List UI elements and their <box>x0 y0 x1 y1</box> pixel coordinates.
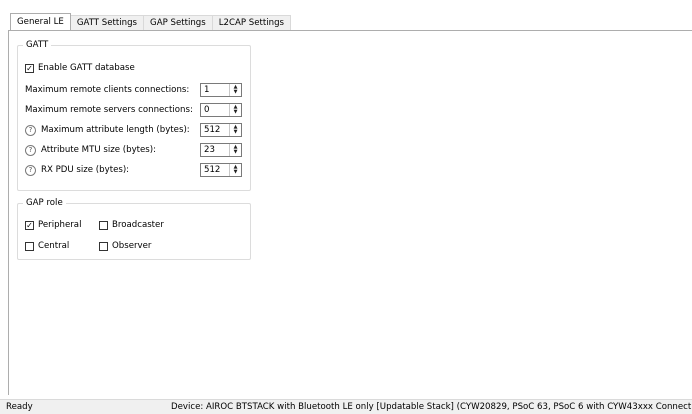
gatt-group-title: GATT <box>23 40 52 51</box>
rx-pdu-spinbox[interactable]: 512 ▲ ▼ <box>200 163 242 177</box>
observer-checkbox[interactable] <box>99 241 108 251</box>
spin-arrows-icon[interactable]: ▲ ▼ <box>229 104 241 116</box>
peripheral-label: Peripheral <box>38 220 82 230</box>
rx-pdu-value[interactable]: 512 <box>201 164 229 176</box>
help-icon[interactable]: ? <box>25 144 36 156</box>
mtu-size-spinbox[interactable]: 23 ▲ ▼ <box>200 143 242 157</box>
peripheral-checkbox[interactable]: ✓ <box>25 220 34 230</box>
status-ready: Ready <box>6 402 33 412</box>
status-device: Device: AIROC BTSTACK with Bluetooth LE … <box>171 402 692 412</box>
enable-gatt-label: Enable GATT database <box>38 63 135 73</box>
role-central[interactable]: Central <box>25 238 69 254</box>
mtu-size-label: Attribute MTU size (bytes): <box>41 145 157 155</box>
max-clients-row: Maximum remote clients connections: <box>25 82 189 98</box>
gap-role-group: GAP role ✓ Peripheral Broadcaster Centra… <box>17 198 251 260</box>
max-clients-value[interactable]: 1 <box>201 84 229 96</box>
central-checkbox[interactable] <box>25 241 34 251</box>
max-servers-row: Maximum remote servers connections: <box>25 102 193 118</box>
role-broadcaster[interactable]: Broadcaster <box>99 217 164 233</box>
spin-arrows-icon[interactable]: ▲ ▼ <box>229 144 241 156</box>
rx-pdu-label: RX PDU size (bytes): <box>41 165 130 175</box>
max-servers-value[interactable]: 0 <box>201 104 229 116</box>
tab-l2cap-settings[interactable]: L2CAP Settings <box>211 15 292 30</box>
status-bar: Ready Device: AIROC BTSTACK with Bluetoo… <box>0 399 692 414</box>
broadcaster-checkbox[interactable] <box>99 220 108 230</box>
gatt-group: GATT ✓ Enable GATT database Maximum remo… <box>17 40 251 191</box>
mtu-size-row: ? Attribute MTU size (bytes): <box>25 142 156 158</box>
role-observer[interactable]: Observer <box>99 238 151 254</box>
spin-arrows-icon[interactable]: ▲ ▼ <box>229 124 241 136</box>
central-label: Central <box>38 241 70 251</box>
enable-gatt-checkbox[interactable]: ✓ <box>25 63 34 73</box>
help-icon[interactable]: ? <box>25 164 36 176</box>
max-clients-spinbox[interactable]: 1 ▲ ▼ <box>200 83 242 97</box>
observer-label: Observer <box>112 241 152 251</box>
check-icon: ✓ <box>26 220 33 230</box>
max-attr-length-label: Maximum attribute length (bytes): <box>41 125 190 135</box>
gap-role-title: GAP role <box>23 198 66 209</box>
max-clients-label: Maximum remote clients connections: <box>25 85 190 95</box>
tab-bar: General LE GATT Settings GAP Settings L2… <box>10 13 292 30</box>
tab-gatt-settings[interactable]: GATT Settings <box>69 15 145 30</box>
check-icon: ✓ <box>26 63 33 73</box>
max-servers-spinbox[interactable]: 0 ▲ ▼ <box>200 103 242 117</box>
spin-arrows-icon[interactable]: ▲ ▼ <box>229 164 241 176</box>
tab-general-le[interactable]: General LE <box>10 13 71 30</box>
broadcaster-label: Broadcaster <box>112 220 164 230</box>
enable-gatt-row[interactable]: ✓ Enable GATT database <box>25 60 135 76</box>
max-attr-length-row: ? Maximum attribute length (bytes): <box>25 122 190 138</box>
role-peripheral[interactable]: ✓ Peripheral <box>25 217 81 233</box>
mtu-size-value[interactable]: 23 <box>201 144 229 156</box>
spin-arrows-icon[interactable]: ▲ ▼ <box>229 84 241 96</box>
help-icon[interactable]: ? <box>25 124 36 136</box>
max-attr-length-value[interactable]: 512 <box>201 124 229 136</box>
rx-pdu-row: ? RX PDU size (bytes): <box>25 162 129 178</box>
max-attr-length-spinbox[interactable]: 512 ▲ ▼ <box>200 123 242 137</box>
max-servers-label: Maximum remote servers connections: <box>25 105 193 115</box>
general-le-panel: GATT ✓ Enable GATT database Maximum remo… <box>8 30 692 395</box>
configurator-window: General LE GATT Settings GAP Settings L2… <box>0 0 692 414</box>
tab-gap-settings[interactable]: GAP Settings <box>143 15 213 30</box>
